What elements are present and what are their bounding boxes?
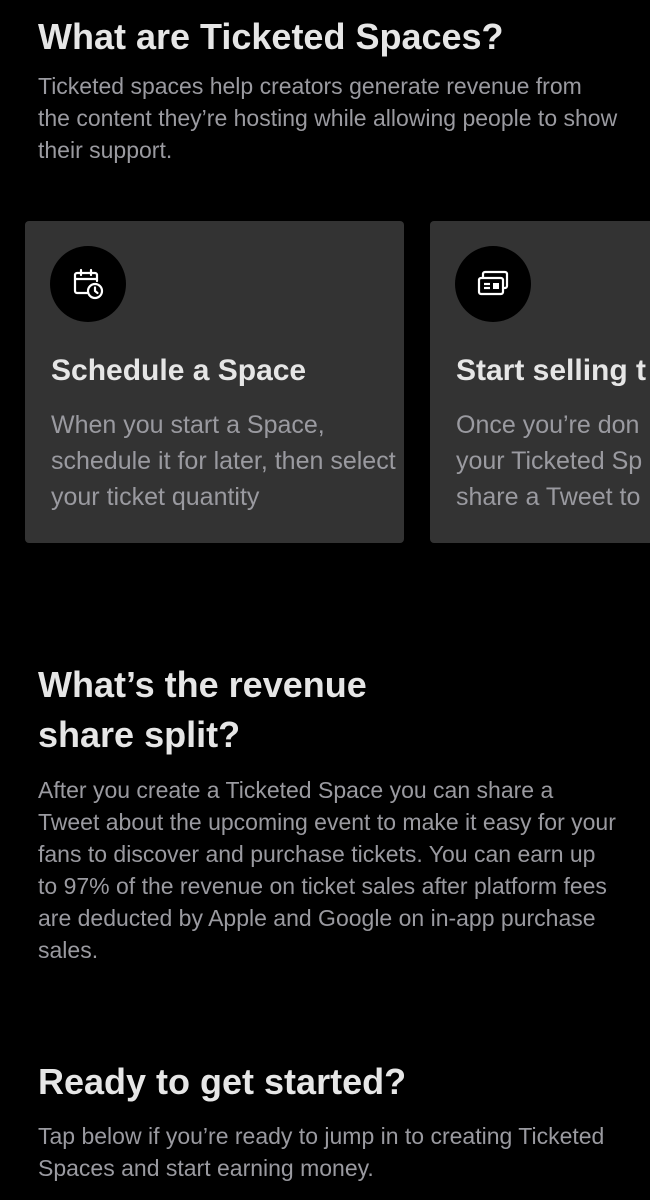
card-text-line: share a Tweet to [456,483,641,511]
revenue-section: What’s the revenue share split? After yo… [38,660,620,966]
feature-carousel[interactable]: Schedule a Space When you start a Space,… [25,221,650,545]
intro-heading: What are Ticketed Spaces? [38,16,504,57]
card-title: Schedule a Space [51,354,307,387]
calendar-clock-icon [50,246,126,322]
get-started-heading: Ready to get started? [38,1061,407,1102]
ticket-icon [455,246,531,322]
intro-text: Ticketed spaces help creators generate r… [38,73,618,163]
revenue-heading: What’s the revenue share split? [38,664,367,755]
revenue-text: After you create a Ticketed Space you ca… [38,777,616,963]
get-started-section: Ready to get started? Tap below if you’r… [38,1057,620,1184]
card-text-line: your Ticketed Sp [456,447,643,475]
get-started-text: Tap below if you’re ready to jump in to … [38,1123,605,1181]
card-text-line: Once you’re don [456,411,640,439]
intro-section: What are Ticketed Spaces? Ticketed space… [38,12,620,166]
card-text: When you start a Space, schedule it for … [51,411,396,511]
feature-card-schedule[interactable]: Schedule a Space When you start a Space,… [25,221,404,543]
card-text: Once you’re don your Ticketed Sp share a… [456,407,650,515]
card-title: Start selling t [456,354,647,387]
feature-card-selling[interactable]: Start selling t Once you’re don your Tic… [430,221,650,543]
